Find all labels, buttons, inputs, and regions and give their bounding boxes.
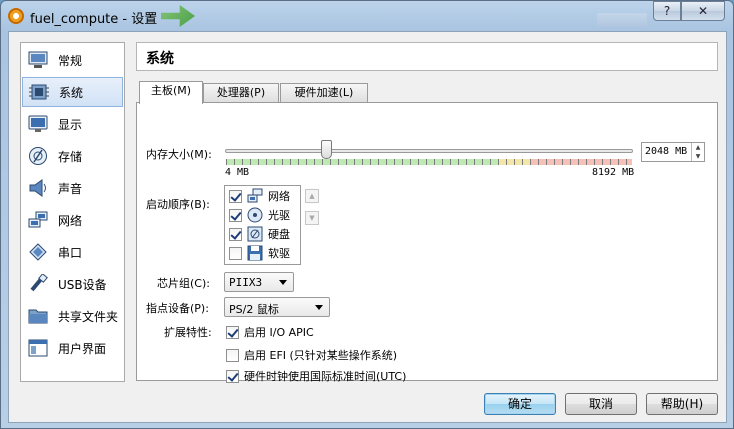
boot-order-label: 启动顺序(B): <box>146 198 210 211</box>
titlebar-close-button[interactable]: ✕ <box>681 1 725 21</box>
boot-floppy-checkbox[interactable] <box>229 246 242 260</box>
sound-icon <box>27 178 49 198</box>
help-button[interactable]: 帮助(H) <box>646 393 718 415</box>
shared-folder-icon <box>27 306 49 326</box>
utc-clock-checkbox[interactable] <box>226 369 239 383</box>
boot-move-up-button[interactable]: ▲ <box>305 189 319 203</box>
floppy-icon <box>247 245 263 261</box>
pointing-device-select[interactable]: PS/2 鼠标 <box>224 297 330 317</box>
settings-window: fuel_compute - 设置 ? ✕ 常规 系统 显示 存储 声音 网络 … <box>0 0 734 429</box>
user-interface-icon <box>27 338 49 358</box>
sidebar-item-label: 串口 <box>58 245 83 260</box>
memory-slider-handle[interactable] <box>321 140 333 159</box>
network-icon <box>27 210 49 230</box>
efi-option[interactable]: 启用 EFI (只针对某些操作系统) <box>226 347 397 363</box>
sidebar-item-storage[interactable]: 存储 <box>22 141 123 171</box>
tab-acceleration[interactable]: 硬件加速(L) <box>280 83 368 103</box>
boot-item-label: 软驱 <box>268 247 290 260</box>
sidebar-item-label: 常规 <box>58 53 83 68</box>
titlebar-help-button[interactable]: ? <box>653 1 681 21</box>
dialog-client-area: 常规 系统 显示 存储 声音 网络 串口 USB设备 共享文件夹 用户界面 系统… <box>8 31 727 423</box>
boot-move-down-button[interactable]: ▼ <box>305 211 319 225</box>
network-boot-icon <box>247 188 263 203</box>
usb-icon <box>27 274 49 294</box>
cancel-button[interactable]: 取消 <box>565 393 637 415</box>
memory-min-label: 4 MB <box>225 167 250 178</box>
ok-button[interactable]: 确定 <box>484 393 556 415</box>
boot-order-list: 网络 光驱 硬盘 软驱 <box>224 185 301 265</box>
sidebar-item-general[interactable]: 常规 <box>22 45 123 75</box>
page-header: 系统 <box>136 42 718 71</box>
chipset-select[interactable]: PIIX3 <box>224 272 294 292</box>
sidebar-item-label: 声音 <box>58 181 83 196</box>
pointing-device-label: 指点设备(P): <box>146 302 209 315</box>
sidebar-item-serial-port[interactable]: 串口 <box>22 237 123 267</box>
title-bar[interactable]: fuel_compute - 设置 ? ✕ <box>1 1 733 31</box>
boot-item-label: 光驱 <box>268 209 290 222</box>
sidebar-item-shared-folders[interactable]: 共享文件夹 <box>22 301 123 331</box>
optical-drive-icon <box>247 207 263 223</box>
sidebar-item-label: 用户界面 <box>58 341 107 356</box>
boot-item-network[interactable]: 网络 <box>229 187 290 205</box>
window-title: fuel_compute - 设置 <box>30 12 158 27</box>
sidebar-item-sound[interactable]: 声音 <box>22 173 123 203</box>
general-icon <box>27 50 49 70</box>
efi-label: 启用 EFI (只针对某些操作系统) <box>244 349 398 362</box>
storage-icon <box>27 146 49 166</box>
boot-item-optical[interactable]: 光驱 <box>229 206 290 224</box>
memory-slider-ticks <box>226 159 632 165</box>
memory-slider-track[interactable] <box>225 149 633 153</box>
chipset-label: 芯片组(C): <box>157 277 210 290</box>
boot-item-label: 硬盘 <box>268 228 290 241</box>
memory-label: 内存大小(M): <box>146 148 212 161</box>
memory-spinbox[interactable]: 2048 MB ▲ ▼ <box>641 142 705 162</box>
settings-sidebar: 常规 系统 显示 存储 声音 网络 串口 USB设备 共享文件夹 用户界面 <box>20 42 125 382</box>
virtualbox-app-icon <box>8 8 24 24</box>
extended-features-label: 扩展特性: <box>164 326 212 339</box>
io-apic-option[interactable]: 启用 I/O APIC <box>226 324 314 340</box>
sidebar-item-label: 网络 <box>58 213 83 228</box>
page-title: 系统 <box>146 51 174 67</box>
sidebar-item-label: 存储 <box>58 149 83 164</box>
chevron-down-icon <box>279 280 287 285</box>
sidebar-item-user-interface[interactable]: 用户界面 <box>22 333 123 363</box>
sidebar-item-system[interactable]: 系统 <box>22 77 123 107</box>
background-blur <box>597 13 647 27</box>
display-icon <box>27 114 49 134</box>
sidebar-item-label: 共享文件夹 <box>58 309 119 324</box>
boot-item-hard-disk[interactable]: 硬盘 <box>229 225 290 243</box>
io-apic-label: 启用 I/O APIC <box>244 326 314 339</box>
motherboard-panel: 内存大小(M): 4 MB 8192 MB 2048 MB ▲ ▼ 启动顺序(B… <box>136 102 718 384</box>
io-apic-checkbox[interactable] <box>226 325 239 339</box>
system-icon <box>28 82 50 102</box>
chipset-value: PIIX3 <box>229 276 263 289</box>
boot-network-checkbox[interactable] <box>229 189 242 203</box>
serial-port-icon <box>27 242 49 262</box>
memory-increment-icon[interactable]: ▲ <box>692 143 704 152</box>
sidebar-item-label: USB设备 <box>58 277 107 292</box>
tab-motherboard[interactable]: 主板(M) <box>139 81 203 104</box>
sidebar-item-label: 显示 <box>58 117 83 132</box>
boot-hard-disk-checkbox[interactable] <box>229 227 242 241</box>
boot-item-label: 网络 <box>268 190 290 203</box>
sidebar-item-label: 系统 <box>59 85 84 100</box>
utc-clock-label: 硬件时钟使用国际标准时间(UTC) <box>244 370 407 383</box>
memory-decrement-icon[interactable]: ▼ <box>692 152 704 161</box>
sidebar-item-network[interactable]: 网络 <box>22 205 123 235</box>
efi-checkbox[interactable] <box>226 348 239 362</box>
memory-max-label: 8192 MB <box>592 167 635 178</box>
utc-clock-option[interactable]: 硬件时钟使用国际标准时间(UTC) <box>226 368 406 384</box>
boot-item-floppy[interactable]: 软驱 <box>229 244 290 262</box>
sidebar-item-usb[interactable]: USB设备 <box>22 269 123 299</box>
background-arrow-icon <box>161 5 195 27</box>
tab-processor[interactable]: 处理器(P) <box>203 83 279 103</box>
sidebar-item-display[interactable]: 显示 <box>22 109 123 139</box>
hard-disk-icon <box>247 226 263 242</box>
chevron-down-icon <box>315 305 323 310</box>
boot-optical-checkbox[interactable] <box>229 208 242 222</box>
pointing-device-value: PS/2 鼠标 <box>229 303 279 316</box>
memory-value[interactable]: 2048 MB <box>645 146 687 157</box>
